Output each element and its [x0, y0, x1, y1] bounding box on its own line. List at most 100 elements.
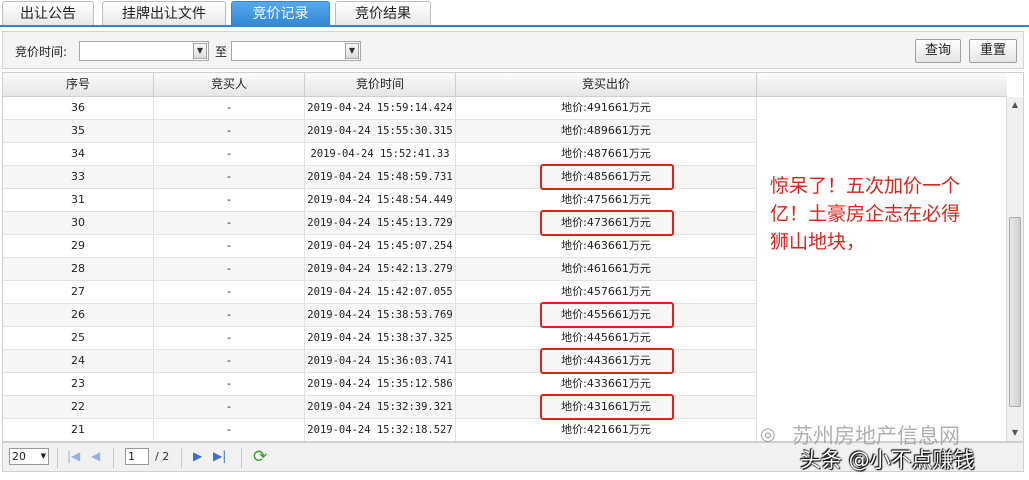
row-bid-price: 地价:489661万元: [456, 120, 757, 142]
row-bidder: -: [154, 419, 305, 441]
row-number: 36: [3, 97, 154, 119]
row-number: 28: [3, 258, 154, 280]
column-header-bid-time[interactable]: 竞价时间: [305, 73, 456, 96]
tab-bar: 出让公告 挂牌出让文件 竞价记录 竞价结果: [0, 0, 1029, 27]
reset-button[interactable]: 重置: [969, 39, 1017, 63]
tab-bid-records[interactable]: 竞价记录: [231, 1, 330, 27]
table-row[interactable]: 28-2019-04-24 15:42:13.279 地价:461661万元: [3, 258, 757, 281]
prev-page-icon[interactable]: ◀: [91, 449, 100, 463]
row-number: 29: [3, 235, 154, 257]
table-row[interactable]: 36-2019-04-24 15:59:14.424 地价:491661万元: [3, 97, 757, 120]
row-number: 24: [3, 350, 154, 372]
row-bid-time: 2019-04-24 15:59:14.424: [305, 97, 456, 119]
row-bidder: -: [154, 97, 305, 119]
row-number: 34: [3, 143, 154, 165]
row-number: 31: [3, 189, 154, 211]
to-label: 至: [215, 45, 228, 59]
refresh-icon[interactable]: ⟳: [253, 447, 267, 467]
table-row[interactable]: 34-2019-04-24 15:52:41.33 地价:487661万元: [3, 143, 757, 166]
page-size-value: 20: [12, 450, 26, 463]
row-bidder: -: [154, 166, 305, 188]
filter-bar: 竞价时间: ▼ 至 ▼ 查询 重置: [2, 31, 1024, 69]
row-number: 30: [3, 212, 154, 234]
row-bidder: -: [154, 212, 305, 234]
row-bid-time: 2019-04-24 15:35:12.586: [305, 373, 456, 395]
tab-transfer-documents[interactable]: 挂牌出让文件: [102, 1, 226, 25]
row-number: 26: [3, 304, 154, 326]
row-number: 35: [3, 120, 154, 142]
table-row[interactable]: 21-2019-04-24 15:32:18.527 地价:421661万元: [3, 419, 757, 441]
table-row[interactable]: 27-2019-04-24 15:42:07.055 地价:457661万元: [3, 281, 757, 304]
row-bidder: -: [154, 258, 305, 280]
table-body: 36-2019-04-24 15:59:14.424 地价:491661万元 35-…: [3, 97, 757, 441]
highlight-box: [540, 164, 674, 190]
tab-bid-results[interactable]: 竞价结果: [335, 1, 431, 25]
row-bid-time: 2019-04-24 15:32:18.527: [305, 419, 456, 441]
chevron-down-icon[interactable]: ▼: [345, 43, 359, 59]
row-bid-price: 地价:491661万元: [456, 97, 757, 119]
table-header: 序号 竞买人 竞价时间 竞买出价: [3, 73, 1007, 97]
row-bidder: -: [154, 235, 305, 257]
vertical-scrollbar[interactable]: ▲ ▼: [1006, 97, 1023, 441]
pager-divider: [181, 448, 182, 468]
last-page-icon[interactable]: ▶|: [213, 449, 226, 463]
row-bidder: -: [154, 350, 305, 372]
pager-divider: [241, 448, 242, 468]
table-row[interactable]: 31-2019-04-24 15:48:54.449 地价:475661万元: [3, 189, 757, 212]
row-bid-price: 地价:463661万元: [456, 235, 757, 257]
row-bid-price: 地价:487661万元: [456, 143, 757, 165]
table-row[interactable]: 29-2019-04-24 15:45:07.254 地价:463661万元: [3, 235, 757, 258]
total-pages-label: / 2: [155, 450, 170, 463]
chevron-down-icon[interactable]: ▼: [41, 449, 46, 464]
row-bid-price: 地价:421661万元: [456, 419, 757, 441]
bid-records-table: 序号 竞买人 竞价时间 竞买出价 36-2019-04-24 15:59:14.…: [2, 72, 1024, 442]
annotation-line: 惊呆了！五次加价一个: [770, 175, 961, 197]
highlight-box: [540, 348, 674, 374]
row-bid-price: 地价:433661万元: [456, 373, 757, 395]
row-bid-price: 地价:457661万元: [456, 281, 757, 303]
scroll-up-icon[interactable]: ▲: [1008, 97, 1022, 113]
row-number: 21: [3, 419, 154, 441]
highlight-box: [540, 394, 674, 420]
row-bid-time: 2019-04-24 15:55:30.315: [305, 120, 456, 142]
table-row[interactable]: 35-2019-04-24 15:55:30.315 地价:489661万元: [3, 120, 757, 143]
table-row[interactable]: 23-2019-04-24 15:35:12.586 地价:433661万元: [3, 373, 757, 396]
row-number: 22: [3, 396, 154, 418]
query-button[interactable]: 查询: [915, 39, 961, 63]
row-bid-time: 2019-04-24 15:48:54.449: [305, 189, 456, 211]
annotation-line: 狮山地块，: [770, 231, 866, 253]
row-bid-price: 地价:461661万元: [456, 258, 757, 280]
end-time-select[interactable]: ▼: [231, 41, 361, 61]
row-bidder: -: [154, 373, 305, 395]
page-number-input[interactable]: 1: [125, 448, 149, 465]
highlight-box: [540, 210, 674, 236]
row-number: 25: [3, 327, 154, 349]
pager-divider: [57, 448, 58, 468]
scroll-down-icon[interactable]: ▼: [1008, 425, 1022, 441]
chevron-down-icon[interactable]: ▼: [193, 43, 207, 59]
column-header-bid-price[interactable]: 竞买出价: [456, 73, 757, 96]
row-bid-time: 2019-04-24 15:52:41.33: [305, 143, 456, 165]
scrollbar-thumb[interactable]: [1009, 217, 1021, 407]
row-bid-price: 地价:445661万元: [456, 327, 757, 349]
table-row[interactable]: 25-2019-04-24 15:38:37.325 地价:445661万元: [3, 327, 757, 350]
row-number: 27: [3, 281, 154, 303]
row-bidder: -: [154, 281, 305, 303]
column-header-bidder[interactable]: 竞买人: [154, 73, 305, 96]
row-bid-time: 2019-04-24 15:45:13.729: [305, 212, 456, 234]
column-header-no[interactable]: 序号: [3, 73, 154, 96]
row-bid-time: 2019-04-24 15:42:07.055: [305, 281, 456, 303]
page-size-select[interactable]: 20 ▼: [9, 448, 49, 465]
highlight-box: [540, 302, 674, 328]
row-bid-time: 2019-04-24 15:32:39.321: [305, 396, 456, 418]
row-bidder: -: [154, 327, 305, 349]
wechat-icon: ◎: [760, 424, 776, 445]
start-time-select[interactable]: ▼: [79, 41, 209, 61]
pager-divider: [113, 448, 114, 468]
row-bid-time: 2019-04-24 15:38:53.769: [305, 304, 456, 326]
next-page-icon[interactable]: ▶: [193, 449, 202, 463]
tab-announcement[interactable]: 出让公告: [2, 1, 94, 25]
first-page-icon[interactable]: |◀: [67, 449, 80, 463]
bid-time-label: 竞价时间:: [15, 45, 68, 59]
row-bidder: -: [154, 396, 305, 418]
